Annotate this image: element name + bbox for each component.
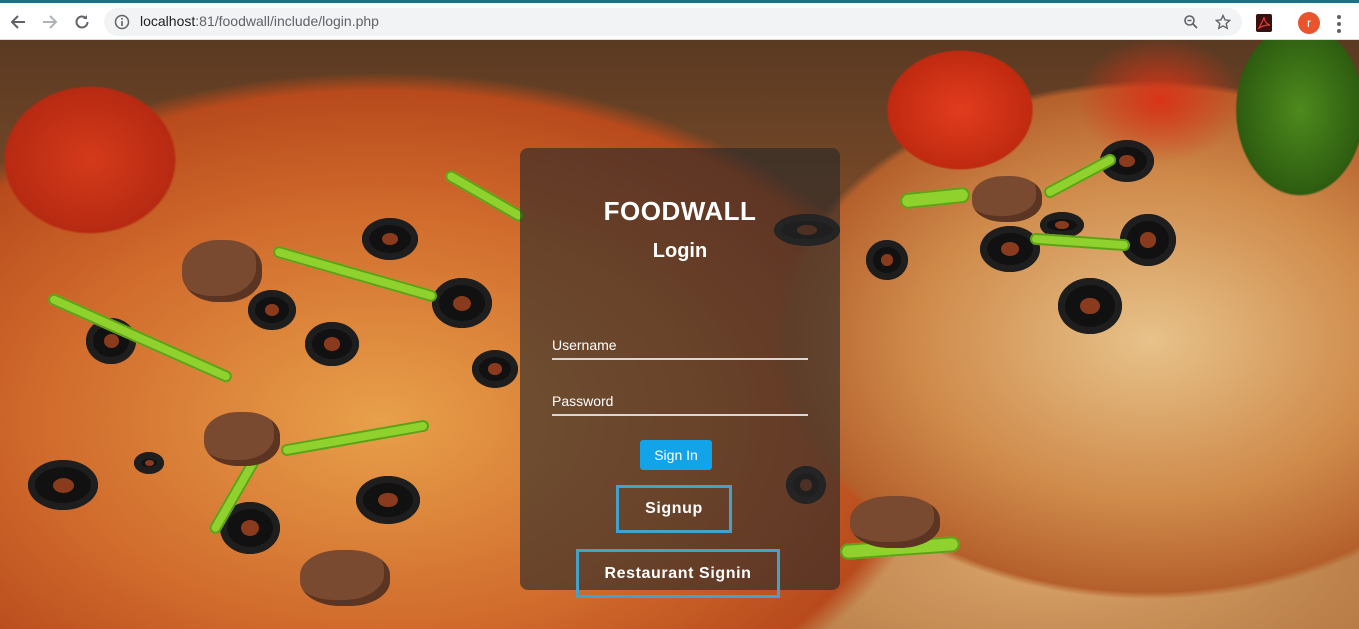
pepper-decoration bbox=[280, 419, 430, 457]
olive-decoration bbox=[432, 278, 492, 328]
olive-decoration bbox=[1058, 278, 1122, 334]
olive-decoration bbox=[248, 290, 296, 330]
olive-decoration bbox=[472, 350, 518, 388]
pepper-decoration bbox=[46, 291, 234, 385]
olive-decoration bbox=[980, 226, 1040, 272]
olive-decoration bbox=[134, 452, 164, 474]
zoom-icon[interactable] bbox=[1182, 13, 1200, 31]
signup-button[interactable]: Signup bbox=[616, 485, 732, 533]
pepper-decoration bbox=[899, 186, 971, 210]
login-heading: Login bbox=[652, 240, 708, 262]
info-icon[interactable] bbox=[114, 14, 130, 35]
restaurant-signin-button[interactable]: Restaurant Signin bbox=[576, 549, 780, 598]
menu-icon[interactable] bbox=[1336, 15, 1342, 33]
olive-decoration bbox=[305, 322, 359, 366]
url-text: localhost:81/foodwall/include/login.php bbox=[140, 13, 379, 29]
password-input[interactable] bbox=[552, 388, 808, 416]
sausage-decoration bbox=[300, 550, 390, 606]
forward-icon[interactable] bbox=[38, 10, 62, 34]
sausage-decoration bbox=[850, 496, 940, 548]
profile-avatar[interactable]: r bbox=[1298, 12, 1320, 34]
pepper-decoration bbox=[1029, 232, 1131, 252]
pepper-decoration bbox=[271, 244, 439, 304]
sign-in-button[interactable]: Sign In bbox=[640, 440, 712, 470]
pepper-decoration bbox=[443, 168, 527, 224]
browser-toolbar: localhost:81/foodwall/include/login.php … bbox=[0, 0, 1359, 40]
sausage-decoration bbox=[204, 412, 280, 466]
olive-decoration bbox=[28, 460, 98, 510]
reload-icon[interactable] bbox=[70, 10, 94, 34]
pepper-decoration bbox=[1041, 151, 1119, 201]
url-host: localhost bbox=[140, 13, 196, 29]
star-icon[interactable] bbox=[1214, 13, 1232, 31]
username-input[interactable] bbox=[552, 332, 808, 360]
login-card: FOODWALL Login Sign In Signup Restaurant… bbox=[520, 148, 840, 598]
olive-decoration bbox=[866, 240, 908, 280]
address-bar[interactable]: localhost:81/foodwall/include/login.php bbox=[104, 8, 1242, 36]
pdf-extension-icon[interactable] bbox=[1256, 14, 1272, 32]
pizza-background: FOODWALL Login Sign In Signup Restaurant… bbox=[0, 40, 1359, 629]
olive-decoration bbox=[1120, 214, 1176, 266]
sausage-decoration bbox=[972, 176, 1042, 222]
sausage-decoration bbox=[182, 240, 262, 302]
brand-title: FOODWALL bbox=[603, 196, 757, 226]
olive-decoration bbox=[356, 476, 420, 524]
url-path: :81/foodwall/include/login.php bbox=[195, 13, 379, 29]
olive-decoration bbox=[362, 218, 418, 260]
back-icon[interactable] bbox=[6, 10, 30, 34]
